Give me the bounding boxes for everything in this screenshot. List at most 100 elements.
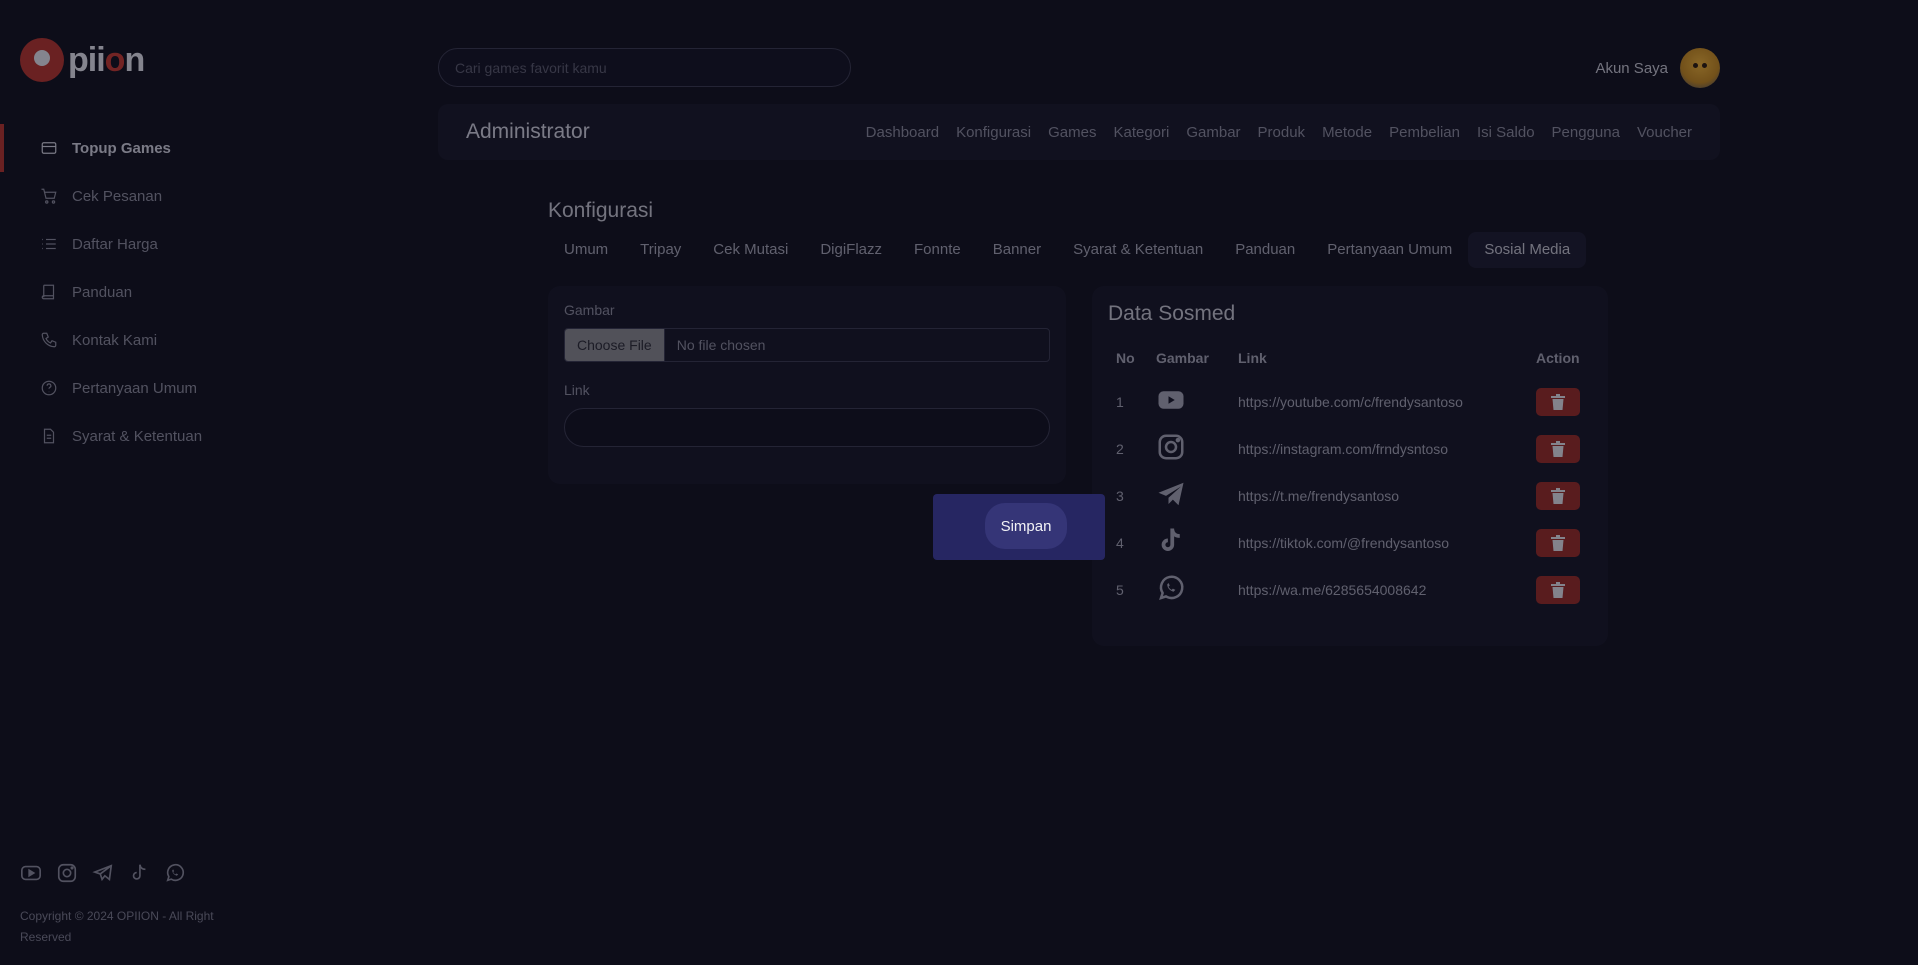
- instagram-icon: [1156, 434, 1186, 465]
- list-icon: [40, 235, 58, 253]
- tab-banner[interactable]: Banner: [977, 232, 1057, 268]
- table-row: 3 https://t.me/frendysantoso: [1108, 472, 1592, 519]
- delete-button[interactable]: [1536, 434, 1580, 463]
- delete-button[interactable]: [1536, 528, 1580, 557]
- book-icon: [40, 283, 58, 301]
- config-tabs: Umum Tripay Cek Mutasi DigiFlazz Fonnte …: [548, 232, 1587, 268]
- admin-menu-kategori[interactable]: Kategori: [1113, 124, 1169, 141]
- avatar[interactable]: [1680, 48, 1720, 88]
- row-link: https://tiktok.com/@frendysantoso: [1238, 534, 1450, 551]
- trash-icon: [1551, 393, 1565, 410]
- social-links: [20, 862, 186, 884]
- sidebar-item-label: Topup Games: [72, 139, 171, 157]
- admin-menu-konfigurasi[interactable]: Konfigurasi: [956, 124, 1031, 141]
- table-row: 1 https://youtube.com/c/frendysantoso: [1108, 378, 1592, 425]
- logo-text: piion: [68, 40, 145, 79]
- choose-file-button[interactable]: Choose File: [565, 329, 665, 361]
- admin-menu-gambar[interactable]: Gambar: [1186, 124, 1240, 141]
- admin-menu: Dashboard Konfigurasi Games Kategori Gam…: [866, 124, 1692, 141]
- row-number: 3: [1116, 487, 1124, 504]
- admin-menu-pembelian[interactable]: Pembelian: [1389, 124, 1460, 141]
- delete-button[interactable]: [1536, 575, 1580, 604]
- logo[interactable]: piion: [20, 38, 145, 82]
- sidebar-item-panduan[interactable]: Panduan: [0, 268, 300, 316]
- sosmed-table: No Gambar Link Action 1 https://youtube.…: [1108, 350, 1592, 613]
- table-header-row: No Gambar Link Action: [1108, 350, 1592, 378]
- row-number: 2: [1116, 440, 1124, 457]
- logo-mark: [20, 38, 64, 82]
- sidebar-item-label: Cek Pesanan: [72, 187, 163, 205]
- file-status: No file chosen: [676, 337, 766, 353]
- sidebar-item-topup-games[interactable]: Topup Games: [0, 124, 300, 172]
- card-icon: [40, 139, 58, 157]
- telegram-icon: [1156, 482, 1186, 512]
- sosmed-form: Gambar Choose File No file chosen Link: [548, 286, 1066, 484]
- delete-button[interactable]: [1536, 481, 1580, 510]
- tab-fonnte[interactable]: Fonnte: [898, 232, 977, 268]
- copyright-text: Copyright © 2024 OPIION - All Right Rese…: [20, 909, 214, 944]
- column-header-gambar: Gambar: [1156, 350, 1209, 366]
- column-header-no: No: [1116, 350, 1135, 366]
- table-row: 5 https://wa.me/6285654008642: [1108, 566, 1592, 613]
- help-circle-icon: [40, 379, 58, 397]
- tab-digiflazz[interactable]: DigiFlazz: [804, 232, 898, 268]
- youtube-icon[interactable]: [20, 862, 42, 884]
- tab-sosial-media[interactable]: Sosial Media: [1468, 232, 1587, 268]
- tiktok-icon: [1156, 528, 1186, 559]
- sidebar-item-label: Kontak Kami: [72, 331, 158, 349]
- admin-menu-voucher[interactable]: Voucher: [1637, 124, 1692, 141]
- admin-menu-games[interactable]: Games: [1048, 124, 1096, 141]
- row-link: https://youtube.com/c/frendysantoso: [1238, 393, 1463, 410]
- sidebar-item-kontak-kami[interactable]: Kontak Kami: [0, 316, 300, 364]
- row-number: 1: [1116, 393, 1124, 410]
- sidebar-nav: Topup Games Cek Pesanan Daftar Harga Pan…: [0, 124, 300, 460]
- row-link: https://t.me/frendysantoso: [1238, 487, 1400, 504]
- delete-button[interactable]: [1536, 387, 1580, 416]
- sosmed-table-card: Data Sosmed No Gambar Link Action 1 http…: [1092, 286, 1608, 646]
- sidebar-item-syarat-ketentuan[interactable]: Syarat & Ketentuan: [0, 412, 300, 460]
- telegram-icon[interactable]: [92, 862, 114, 884]
- sidebar: piion Topup Games Cek Pesanan Daftar Har…: [0, 0, 300, 965]
- instagram-icon[interactable]: [56, 862, 78, 884]
- admin-menu-pengguna[interactable]: Pengguna: [1552, 124, 1620, 141]
- trash-icon: [1551, 581, 1565, 598]
- tab-syarat-ketentuan[interactable]: Syarat & Ketentuan: [1057, 232, 1219, 268]
- save-button[interactable]: Simpan: [985, 503, 1067, 549]
- tab-pertanyaan-umum[interactable]: Pertanyaan Umum: [1311, 232, 1468, 268]
- account-menu[interactable]: Akun Saya: [1595, 48, 1720, 88]
- column-header-action: Action: [1536, 350, 1580, 366]
- row-number: 4: [1116, 534, 1124, 551]
- sidebar-item-label: Daftar Harga: [72, 235, 158, 253]
- page-title: Konfigurasi: [548, 199, 654, 222]
- image-file-input[interactable]: Choose File No file chosen: [564, 328, 1050, 362]
- sidebar-item-pertanyaan-umum[interactable]: Pertanyaan Umum: [0, 364, 300, 412]
- search-input[interactable]: [438, 48, 851, 87]
- admin-navbar: Administrator Dashboard Konfigurasi Game…: [438, 104, 1720, 160]
- table-row: 2 https://instagram.com/frndysntoso: [1108, 425, 1592, 472]
- image-label: Gambar: [564, 302, 615, 318]
- trash-icon: [1551, 534, 1565, 551]
- admin-menu-isi-saldo[interactable]: Isi Saldo: [1477, 124, 1535, 141]
- tab-tripay[interactable]: Tripay: [624, 232, 697, 268]
- admin-menu-produk[interactable]: Produk: [1258, 124, 1306, 141]
- sidebar-item-cek-pesanan[interactable]: Cek Pesanan: [0, 172, 300, 220]
- table-row: 4 https://tiktok.com/@frendysantoso: [1108, 519, 1592, 566]
- sidebar-item-daftar-harga[interactable]: Daftar Harga: [0, 220, 300, 268]
- whatsapp-icon[interactable]: [164, 862, 186, 884]
- admin-title: Administrator: [466, 120, 590, 143]
- row-number: 5: [1116, 581, 1124, 598]
- tab-cek-mutasi[interactable]: Cek Mutasi: [697, 232, 804, 268]
- cart-icon: [40, 187, 58, 205]
- tab-panduan[interactable]: Panduan: [1219, 232, 1311, 268]
- link-label: Link: [564, 382, 590, 398]
- tab-umum[interactable]: Umum: [548, 232, 624, 268]
- youtube-icon: [1156, 391, 1186, 418]
- whatsapp-icon: [1156, 575, 1186, 606]
- admin-menu-dashboard[interactable]: Dashboard: [866, 124, 939, 141]
- sidebar-item-label: Panduan: [72, 283, 133, 301]
- admin-menu-metode[interactable]: Metode: [1322, 124, 1372, 141]
- row-link: https://instagram.com/frndysntoso: [1238, 440, 1449, 457]
- sidebar-item-label: Pertanyaan Umum: [72, 379, 198, 397]
- link-input[interactable]: [564, 408, 1050, 447]
- tiktok-icon[interactable]: [128, 862, 150, 884]
